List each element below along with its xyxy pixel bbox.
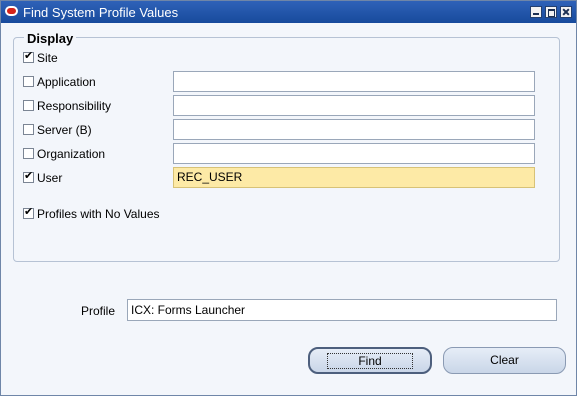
- display-group-title: Display: [24, 31, 77, 46]
- profiles-no-values-checkbox[interactable]: [23, 205, 34, 219]
- server-field[interactable]: [173, 119, 535, 140]
- minimize-icon[interactable]: [530, 6, 542, 18]
- server-label: Server (B): [37, 123, 92, 137]
- clear-button[interactable]: Clear: [443, 347, 566, 374]
- responsibility-label: Responsibility: [37, 99, 112, 113]
- organization-label: Organization: [37, 147, 106, 161]
- maximize-icon[interactable]: [545, 6, 557, 18]
- application-field[interactable]: [173, 71, 535, 92]
- window-title: Find System Profile Values: [23, 5, 179, 20]
- application-label: Application: [37, 75, 96, 89]
- site-label: Site: [37, 51, 58, 65]
- oracle-logo-icon: [5, 6, 18, 16]
- title-bar[interactable]: Find System Profile Values: [1, 1, 576, 23]
- server-checkbox[interactable]: [23, 124, 34, 135]
- profile-field[interactable]: ICX: Forms Launcher: [127, 299, 557, 321]
- user-field[interactable]: REC_USER: [173, 167, 535, 188]
- site-checkbox[interactable]: [23, 49, 34, 63]
- find-button[interactable]: Find: [308, 347, 432, 374]
- close-icon[interactable]: [560, 6, 572, 18]
- profile-label: Profile: [81, 304, 116, 318]
- user-label: User: [37, 171, 63, 185]
- organization-checkbox[interactable]: [23, 148, 34, 159]
- user-checkbox[interactable]: [23, 169, 34, 183]
- application-checkbox[interactable]: [23, 76, 34, 87]
- organization-field[interactable]: [173, 143, 535, 164]
- responsibility-field[interactable]: [173, 95, 535, 116]
- responsibility-checkbox[interactable]: [23, 100, 34, 111]
- profiles-no-values-label: Profiles with No Values: [37, 207, 160, 221]
- find-button-label: Find: [327, 353, 413, 369]
